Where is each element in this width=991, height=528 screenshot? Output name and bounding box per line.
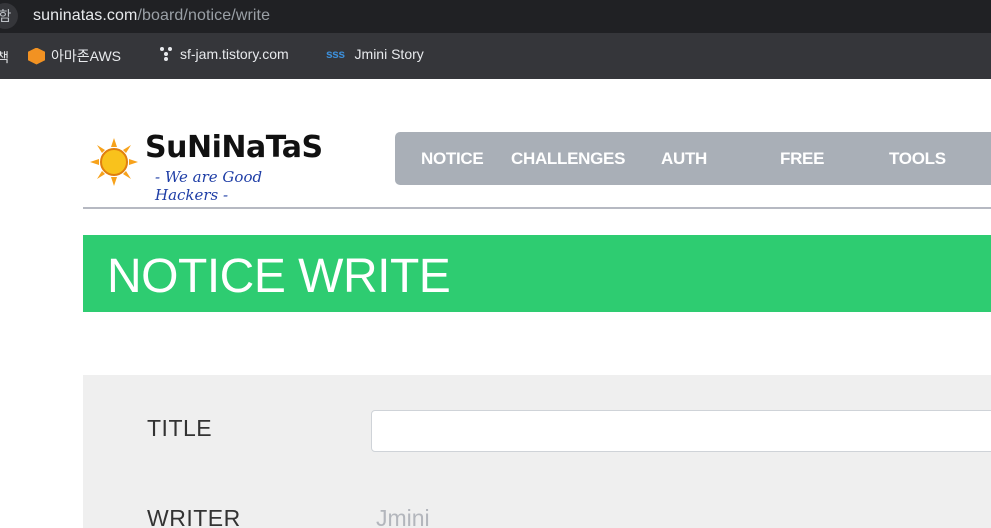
bookmark-sf-jam[interactable]: sf-jam.tistory.com [158, 46, 289, 62]
logo-name: SuNiNaTaS [145, 130, 323, 165]
bookmarks-edge-text: 책 [0, 50, 9, 65]
bookmarks-bar: 책 아마존AWS sf-jam.tistory.com sss Jmini St… [0, 33, 991, 79]
sun-icon [90, 138, 138, 186]
logo-tagline: - We are Good Hackers - [155, 168, 263, 204]
url-host: suninatas.com [33, 7, 138, 24]
page-title: NOTICE WRITE [107, 250, 451, 303]
address-bar-prefix: 함 [0, 3, 18, 29]
bookmark-label: sf-jam.tistory.com [180, 46, 289, 62]
sss-icon: sss [326, 47, 345, 61]
title-label: TITLE [147, 415, 213, 441]
bookmark-aws[interactable]: 아마존AWS [28, 46, 121, 66]
header-divider [83, 207, 991, 209]
notice-write-form: TITLE WRITER Jmini [83, 375, 991, 528]
site-logo[interactable]: SuNiNaTaS - We are Good Hackers - [90, 130, 330, 204]
browser-address-bar[interactable]: 함 suninatas.com/board/notice/write [0, 0, 991, 33]
writer-label: WRITER [147, 505, 241, 528]
bookmark-label: Jmini Story [354, 46, 424, 62]
nav-notice[interactable]: NOTICE [421, 149, 484, 169]
bookmark-jmini-story[interactable]: sss Jmini Story [326, 46, 424, 62]
nav-challenges[interactable]: CHALLENGES [511, 149, 625, 169]
page-title-banner: NOTICE WRITE [83, 235, 991, 312]
nav-tools[interactable]: TOOLS [889, 149, 946, 169]
aws-icon [28, 47, 45, 65]
url-path: /board/notice/write [137, 7, 271, 24]
tistory-icon [158, 46, 174, 62]
url-text[interactable]: suninatas.com/board/notice/write [33, 7, 270, 25]
writer-value: Jmini [376, 505, 430, 528]
bookmark-label: 아마존AWS [51, 48, 122, 64]
nav-free[interactable]: FREE [780, 149, 824, 169]
nav-auth[interactable]: AUTH [661, 149, 707, 169]
main-nav: NOTICE CHALLENGES AUTH FREE TOOLS [395, 132, 991, 185]
title-input[interactable] [371, 410, 991, 452]
